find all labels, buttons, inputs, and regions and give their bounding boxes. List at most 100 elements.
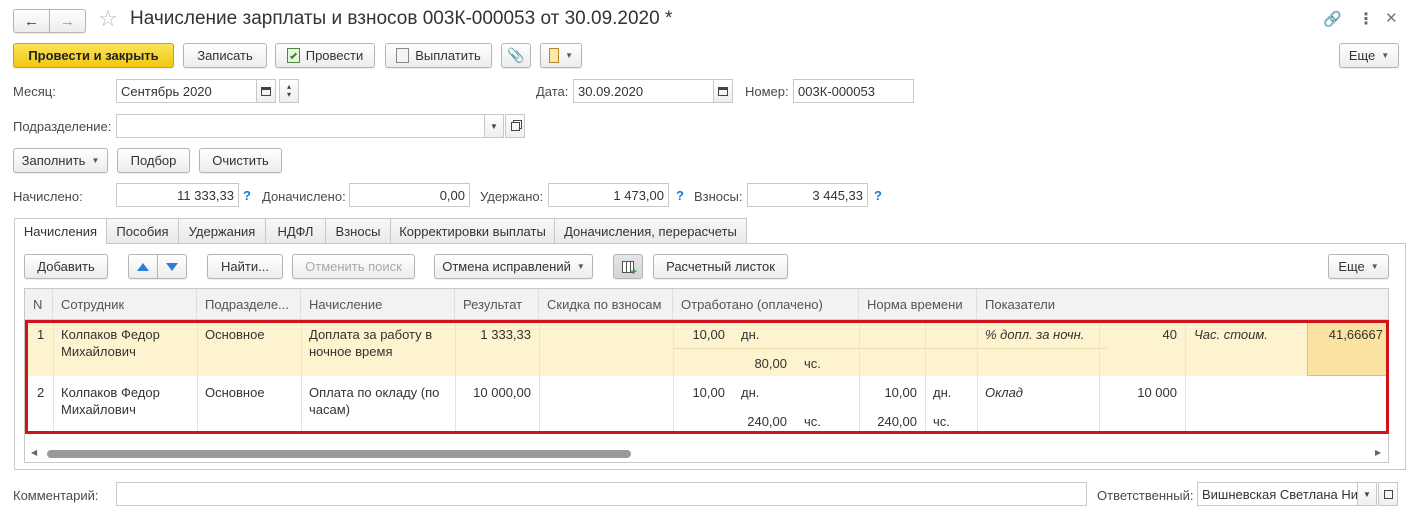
more-vertical-icon[interactable]: ⋮	[1358, 9, 1374, 29]
forward-button[interactable]: →	[49, 9, 86, 33]
calendar-button[interactable]	[256, 79, 276, 103]
cancel-fixes-button[interactable]: Отмена исправлений ▼	[434, 254, 593, 279]
post-doc-icon	[286, 48, 300, 63]
tab-payment-corrections[interactable]: Корректировки выплаты	[390, 218, 555, 243]
row-1-employee-line2: Михайлович	[61, 344, 136, 359]
document-add-icon	[549, 48, 560, 63]
date-field[interactable]: 30.09.2020	[573, 79, 714, 103]
row-2-norm-days-unit: дн.	[933, 385, 952, 400]
chevron-down-icon: ▼	[1363, 489, 1371, 499]
extra-label: Доначислено:	[262, 189, 346, 204]
add-row-button[interactable]: Добавить	[24, 254, 108, 279]
month-field[interactable]: Сентябрь 2020	[116, 79, 257, 103]
department-dropdown[interactable]: ▼	[484, 114, 504, 138]
department-open[interactable]	[505, 114, 525, 138]
row-2-worked-days: 10,00	[692, 385, 725, 400]
chevron-down-icon: ▾	[286, 90, 291, 99]
col-header-department[interactable]: Подразделе...	[197, 289, 301, 319]
row-1-indicator1-value: 40	[1162, 327, 1177, 342]
row-2-accrual-line1: Оплата по окладу (по	[309, 385, 440, 400]
fill-button[interactable]: Заполнить ▼	[13, 148, 108, 173]
tab-benefits[interactable]: Пособия	[106, 218, 179, 243]
close-icon[interactable]: ✕	[1385, 9, 1398, 27]
back-button[interactable]: ←	[13, 9, 50, 33]
responsible-label: Ответственный:	[1097, 488, 1194, 503]
responsible-open[interactable]	[1378, 482, 1398, 506]
col-header-discount[interactable]: Скидка по взносам	[539, 289, 673, 319]
accrued-help-icon[interactable]: ?	[243, 188, 251, 203]
date-label: Дата:	[536, 84, 569, 99]
row-2-worked-hours: 240,00	[747, 414, 787, 429]
tab-accruals[interactable]: Начисления	[14, 218, 107, 244]
row-2-result: 10 000,00	[473, 385, 531, 400]
contrib-label: Взносы:	[694, 189, 743, 204]
row-1-worked-days: 10,00	[692, 327, 725, 342]
chevron-down-icon: ▼	[490, 121, 498, 131]
post-and-close-button[interactable]: Провести и закрыть	[13, 43, 174, 68]
number-field[interactable]: 003К-000053	[793, 79, 914, 103]
department-field[interactable]	[116, 114, 485, 138]
post-button-label: Провести	[305, 48, 364, 63]
row-1-indicator1-name: % допл. за ночн.	[985, 327, 1085, 342]
payslip-button[interactable]: Расчетный листок	[653, 254, 788, 279]
tab-recalculations[interactable]: Доначисления, перерасчеты	[554, 218, 747, 243]
chevron-down-icon: ▼	[91, 156, 100, 165]
col-header-result[interactable]: Результат	[455, 289, 539, 319]
table-more-button[interactable]: Еще ▼	[1328, 254, 1389, 279]
col-header-indicators[interactable]: Показатели	[977, 289, 1388, 319]
create-based-on-button[interactable]: ▼	[540, 43, 582, 68]
date-calendar-button[interactable]	[713, 79, 733, 103]
tab-ndfl[interactable]: НДФЛ	[265, 218, 326, 243]
calendar-icon	[718, 86, 728, 96]
scroll-right-icon[interactable]: ▶	[1375, 448, 1381, 457]
row-1-accrual-line1: Доплата за работу в	[309, 327, 433, 342]
tab-deductions[interactable]: Удержания	[178, 218, 266, 243]
row-1-worked-days-unit: дн.	[741, 327, 760, 342]
select-button[interactable]: Подбор	[117, 148, 190, 173]
col-header-accrual[interactable]: Начисление	[301, 289, 455, 319]
month-label: Месяц:	[13, 84, 56, 99]
link-icon[interactable]: 🔗	[1323, 10, 1342, 28]
row-2-department: Основное	[205, 385, 265, 400]
col-header-n[interactable]: N	[25, 289, 53, 319]
row-1-indicator2-name: Час. стоим.	[1194, 327, 1268, 342]
row-1-n: 1	[37, 327, 45, 342]
paperclip-icon: 📎	[507, 47, 525, 63]
horizontal-scrollbar[interactable]: ◀ ▶	[25, 445, 1388, 462]
pay-button[interactable]: Выплатить	[385, 43, 492, 68]
find-button[interactable]: Найти...	[207, 254, 283, 279]
move-down-button[interactable]	[157, 254, 187, 279]
favorite-star-icon[interactable]: ☆	[98, 6, 118, 32]
contrib-help-icon[interactable]: ?	[874, 188, 882, 203]
pay-doc-icon	[396, 48, 410, 63]
tab-contributions[interactable]: Взносы	[325, 218, 391, 243]
more-label: Еще	[1348, 48, 1376, 63]
col-header-employee[interactable]: Сотрудник	[53, 289, 197, 319]
row-2-employee-line1: Колпаков Федор	[61, 385, 160, 400]
move-up-button[interactable]	[128, 254, 158, 279]
comment-field[interactable]	[116, 482, 1087, 506]
table-more-label: Еще	[1338, 259, 1365, 274]
post-button[interactable]: Провести	[275, 43, 375, 68]
chevron-down-icon: ▼	[576, 262, 585, 271]
clear-button[interactable]: Очистить	[199, 148, 282, 173]
col-header-norm[interactable]: Норма времени	[859, 289, 977, 319]
scroll-left-icon[interactable]: ◀	[31, 448, 37, 457]
responsible-dropdown[interactable]: ▼	[1357, 482, 1377, 506]
save-button[interactable]: Записать	[183, 43, 267, 68]
grid-add-button[interactable]: +	[613, 254, 643, 279]
withheld-label: Удержано:	[480, 189, 544, 204]
row-2-norm-days: 10,00	[884, 385, 917, 400]
chevron-down-icon: ▼	[565, 51, 573, 60]
col-header-worked[interactable]: Отработано (оплачено)	[673, 289, 859, 319]
cancel-search-button[interactable]: Отменить поиск	[292, 254, 415, 279]
responsible-field[interactable]: Вишневская Светлана Ни	[1197, 482, 1358, 506]
window-title: Начисление зарплаты и взносов 003К-00005…	[130, 8, 673, 29]
accrued-label: Начислено:	[13, 189, 83, 204]
attach-button[interactable]: 📎	[501, 43, 531, 68]
row-2-indicator1-name: Оклад	[985, 385, 1023, 400]
more-menu-button[interactable]: Еще ▼	[1339, 43, 1399, 68]
withheld-help-icon[interactable]: ?	[676, 188, 684, 203]
scrollbar-thumb[interactable]	[47, 450, 631, 458]
month-stepper[interactable]: ▴ ▾	[279, 79, 299, 103]
